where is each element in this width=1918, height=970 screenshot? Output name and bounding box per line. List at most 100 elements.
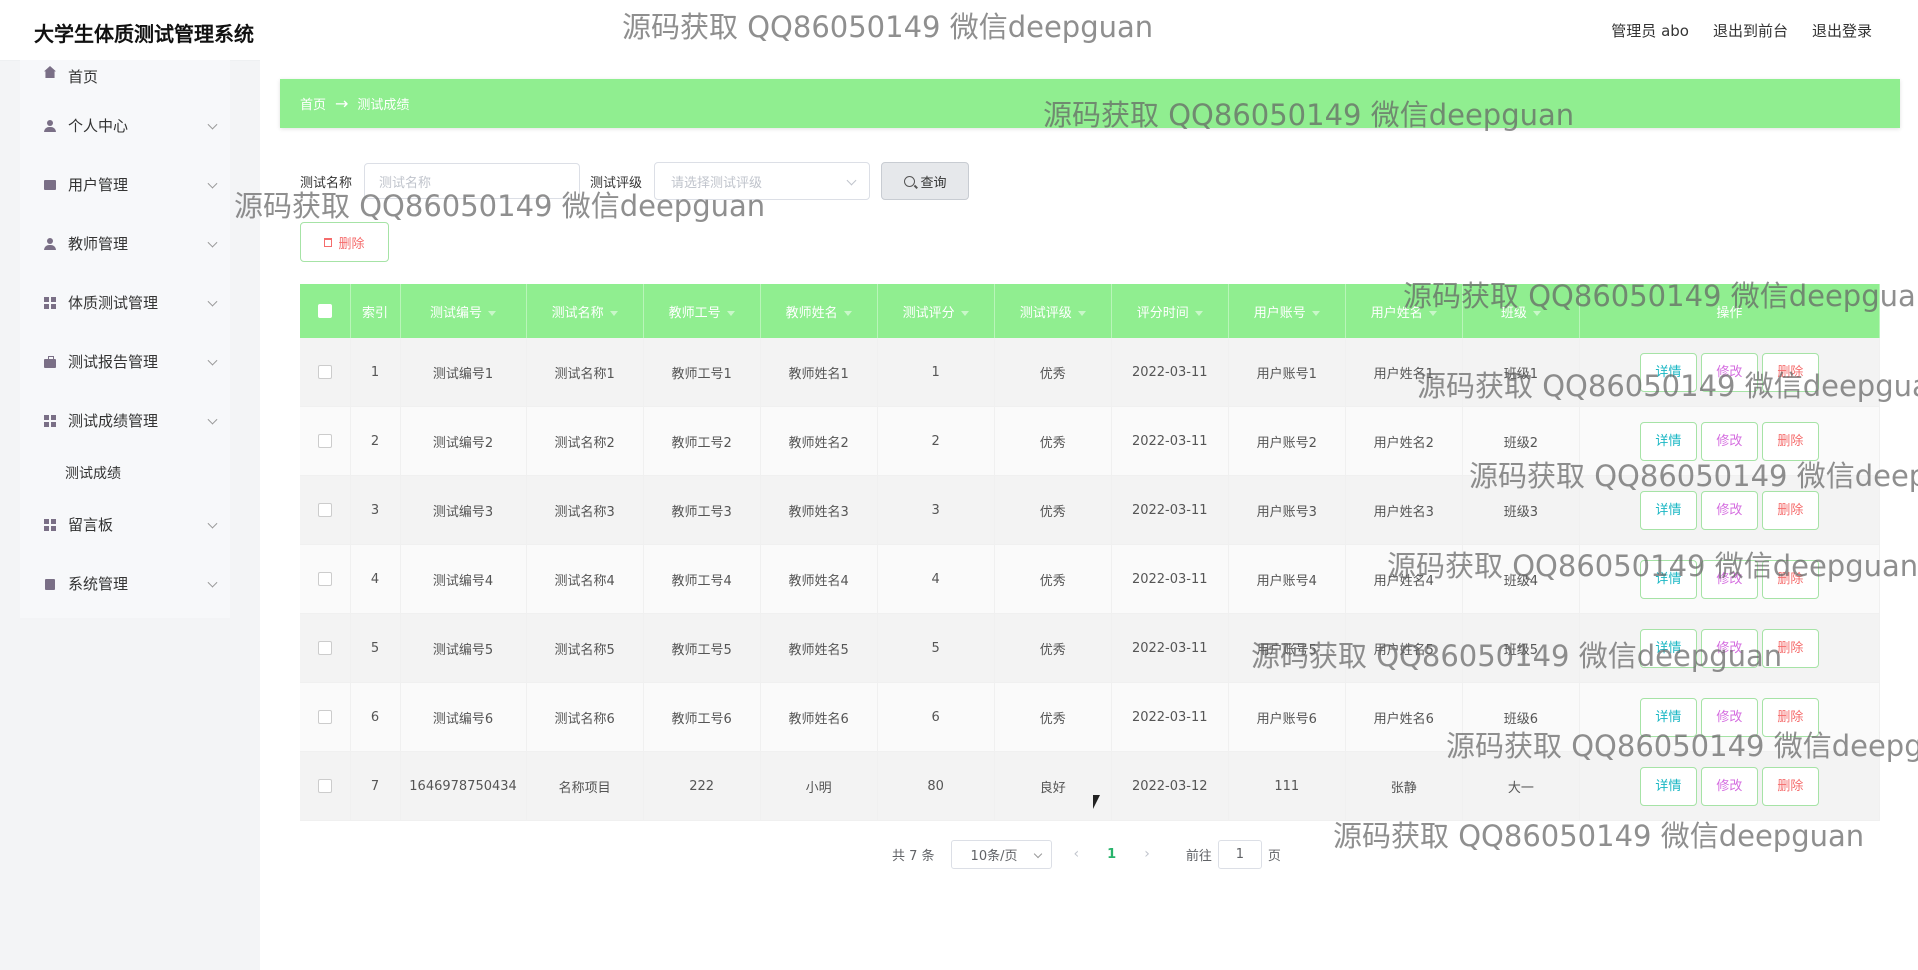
cell-date: 2022-03-11	[1111, 544, 1229, 614]
edit-button[interactable]: 修改	[1700, 766, 1758, 806]
top-right-links: 管理员 abo 退出到前台 退出登录	[1611, 20, 1872, 41]
select-all-checkbox[interactable]	[317, 304, 332, 318]
cell-score: 2	[877, 406, 995, 476]
row-checkbox[interactable]	[317, 641, 332, 655]
sidebar-item-label: 个人中心	[68, 117, 129, 135]
sort-icon[interactable]	[1311, 310, 1320, 316]
delete-button[interactable]: 删除	[1761, 766, 1819, 806]
column-header[interactable]: 班级	[1462, 284, 1580, 338]
sort-icon[interactable]	[1077, 310, 1086, 316]
cell-user-name: 用户姓名6	[1345, 682, 1463, 752]
row-checkbox[interactable]	[317, 503, 332, 517]
column-header[interactable]: 测试编号	[400, 284, 527, 338]
column-header[interactable]: 教师工号	[643, 284, 761, 338]
column-header: 索引	[350, 284, 401, 338]
goto-page-input[interactable]: 1	[1217, 839, 1262, 869]
sidebar-item-user-management[interactable]: 用户管理	[20, 155, 230, 214]
detail-button[interactable]: 详情	[1639, 490, 1697, 530]
column-header[interactable]: 测试评级	[994, 284, 1112, 338]
batch-delete-button[interactable]: 删除	[300, 222, 389, 262]
cell-class: 班级6	[1462, 682, 1580, 752]
column-header-actions: 操作	[1579, 284, 1881, 338]
detail-button[interactable]: 详情	[1639, 628, 1697, 668]
batch-delete-label: 删除	[338, 236, 365, 252]
chevron-down-icon	[207, 296, 218, 307]
edit-button[interactable]: 修改	[1700, 628, 1758, 668]
cell-grade: 优秀	[994, 544, 1112, 614]
delete-button[interactable]: 删除	[1761, 421, 1819, 461]
delete-button[interactable]: 删除	[1761, 628, 1819, 668]
sort-icon[interactable]	[1194, 310, 1203, 316]
delete-button[interactable]: 删除	[1761, 559, 1819, 599]
home-icon	[44, 66, 56, 78]
row-checkbox[interactable]	[317, 572, 332, 586]
row-checkbox[interactable]	[317, 710, 332, 724]
sort-icon[interactable]	[960, 310, 969, 316]
delete-button[interactable]: 删除	[1761, 697, 1819, 737]
cell-test-name: 测试名称1	[526, 338, 644, 407]
column-header[interactable]: 教师姓名	[760, 284, 878, 338]
cell-grade: 优秀	[994, 338, 1112, 407]
column-header[interactable]: 用户账号	[1228, 284, 1346, 338]
sidebar-item-label: 教师管理	[68, 235, 129, 253]
edit-button[interactable]: 修改	[1700, 421, 1758, 461]
table-row: 2 测试编号2 测试名称2 教师工号2 教师姓名2 2 优秀 2022-03-1…	[300, 406, 1881, 476]
sort-icon[interactable]	[609, 310, 618, 316]
sidebar-item-test-report-management[interactable]: 测试报告管理	[20, 332, 230, 391]
sidebar-subitem-test-scores[interactable]: 测试成绩	[20, 450, 230, 495]
detail-button[interactable]: 详情	[1639, 352, 1697, 392]
cell-teacher-id: 教师工号3	[643, 475, 761, 545]
page-size-select[interactable]: 10条/页	[950, 839, 1052, 869]
sort-icon[interactable]	[843, 310, 852, 316]
detail-button[interactable]: 详情	[1639, 766, 1697, 806]
cell-test-name: 测试名称3	[526, 475, 644, 545]
sort-icon[interactable]	[726, 310, 735, 316]
cell-test-no: 测试编号1	[400, 338, 527, 407]
row-checkbox[interactable]	[317, 365, 332, 379]
column-header[interactable]: 测试评分	[877, 284, 995, 338]
exit-to-front-link[interactable]: 退出到前台	[1713, 20, 1788, 41]
cell-score: 80	[877, 751, 995, 821]
cell-teacher-name: 小明	[760, 751, 878, 821]
sidebar-item-system-management[interactable]: 系统管理	[20, 554, 230, 613]
delete-button[interactable]: 删除	[1761, 490, 1819, 530]
detail-button[interactable]: 详情	[1639, 559, 1697, 599]
sidebar-item-fitness-test-management[interactable]: 体质测试管理	[20, 273, 230, 332]
breadcrumb-home[interactable]: 首页	[300, 94, 326, 113]
test-level-select[interactable]: 请选择测试评级	[654, 162, 871, 200]
edit-button[interactable]: 修改	[1700, 352, 1758, 392]
column-header[interactable]: 测试名称	[526, 284, 644, 338]
detail-button[interactable]: 详情	[1639, 697, 1697, 737]
sort-icon[interactable]	[1532, 310, 1541, 316]
query-button[interactable]: 查询	[881, 162, 970, 200]
next-page-icon[interactable]: ›	[1144, 846, 1150, 862]
sidebar-item-teacher-management[interactable]: 教师管理	[20, 214, 230, 273]
sidebar-item-home[interactable]: 首页	[20, 60, 230, 96]
delete-button[interactable]: 删除	[1761, 352, 1819, 392]
chevron-down-icon	[207, 119, 218, 130]
column-header[interactable]: 用户姓名	[1345, 284, 1463, 338]
sidebar-item-personal-center[interactable]: 个人中心	[20, 96, 230, 155]
row-checkbox[interactable]	[317, 779, 332, 793]
test-level-label: 测试评级	[590, 175, 643, 191]
edit-button[interactable]: 修改	[1700, 697, 1758, 737]
logout-link[interactable]: 退出登录	[1812, 20, 1872, 41]
briefcase-icon	[44, 355, 56, 368]
cell-grade: 优秀	[994, 475, 1112, 545]
edit-button[interactable]: 修改	[1700, 490, 1758, 530]
column-header[interactable]: 评分时间	[1111, 284, 1229, 338]
app-title: 大学生体质测试管理系统	[34, 22, 254, 46]
test-name-input[interactable]: 测试名称	[364, 163, 581, 199]
cell-test-name: 名称项目	[526, 751, 644, 821]
prev-page-icon[interactable]: ‹	[1074, 846, 1080, 862]
sort-icon[interactable]	[488, 310, 497, 316]
detail-button[interactable]: 详情	[1639, 421, 1697, 461]
sort-icon[interactable]	[1428, 310, 1437, 316]
box-icon	[44, 179, 56, 191]
edit-button[interactable]: 修改	[1700, 559, 1758, 599]
row-checkbox[interactable]	[317, 434, 332, 448]
page-number-current[interactable]: 1	[1107, 847, 1116, 862]
cell-class: 大一	[1462, 751, 1580, 821]
sidebar-item-test-score-management[interactable]: 测试成绩管理	[20, 391, 230, 450]
sidebar-item-message-board[interactable]: 留言板	[20, 495, 230, 554]
